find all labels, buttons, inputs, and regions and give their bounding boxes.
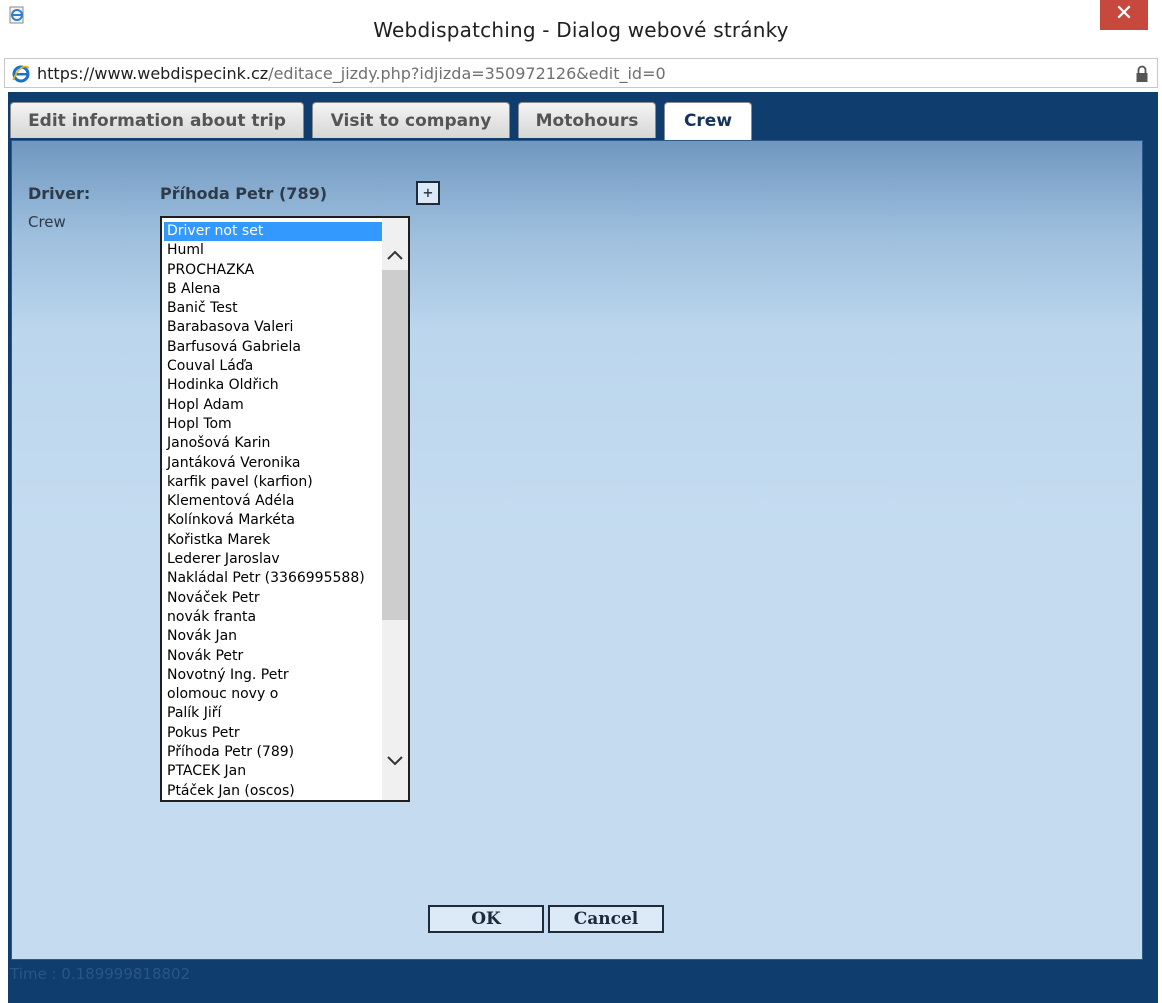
crew-listbox[interactable]: Driver not set Huml PROCHAZKA B Alena Banič … (160, 216, 410, 802)
crew-option[interactable]: Barfusová Gabriela (164, 338, 382, 357)
url-path: /editace_jizdy.php?idjizda=350972126&edi… (268, 64, 666, 83)
crew-option[interactable]: Driver not set (164, 222, 382, 242)
crew-option[interactable]: karfik pavel (karfion) (164, 473, 382, 492)
crew-option[interactable]: Kořistka Marek (164, 531, 382, 550)
crew-options: Driver not set Huml PROCHAZKA B Alena Banič … (164, 222, 382, 800)
crew-option[interactable]: Kolínková Markéta (164, 511, 382, 530)
crew-option[interactable]: Novák Petr (164, 647, 382, 666)
tab-bar: Edit information about trip Visit to com… (8, 102, 1158, 140)
crew-option[interactable]: Novák Jan (164, 627, 382, 646)
crew-option[interactable]: Pokus Petr (164, 724, 382, 743)
crew-option[interactable]: Huml (164, 241, 382, 260)
crew-option[interactable]: Jantáková Veronika (164, 454, 382, 473)
crew-option[interactable]: Banič Test (164, 299, 382, 318)
crew-option[interactable]: Nováček Petr (164, 589, 382, 608)
crew-option[interactable]: Palík Jiří (164, 704, 382, 723)
crew-option[interactable]: olomouc novy o (164, 685, 382, 704)
crew-scrollbar[interactable] (382, 218, 408, 800)
chevron-down-icon[interactable] (382, 750, 408, 772)
timing-text: Time : 0.189999818802 (10, 965, 191, 983)
driver-label: Driver: (28, 184, 91, 203)
dialog-window: Webdispatching - Dialog webové stránky ✕… (0, 0, 1162, 1003)
url-protocol: https://www. (37, 64, 138, 83)
crew-option[interactable]: Ptáček Jan (oscos) (164, 782, 382, 800)
crew-panel: Driver: Příhoda Petr (789) + Crew Driver… (11, 140, 1143, 960)
crew-option[interactable]: PROCHAZKA (164, 261, 382, 280)
url-text: https://www.webdispecink.cz/editace_jizd… (37, 64, 666, 83)
driver-value: Příhoda Petr (789) (160, 184, 328, 203)
add-crew-button[interactable]: + (416, 181, 440, 205)
dialog-content-frame: Edit information about trip Visit to com… (8, 92, 1158, 1003)
ie-logo-icon (12, 65, 30, 83)
tab-crew[interactable]: Crew (664, 102, 752, 140)
tab-visit-to-company[interactable]: Visit to company (312, 102, 510, 138)
crew-option[interactable]: PTACEK Jan (164, 762, 382, 781)
crew-option[interactable]: Novotný Ing. Petr (164, 666, 382, 685)
window-title: Webdispatching - Dialog webové stránky (373, 18, 789, 42)
crew-option[interactable]: B Alena (164, 280, 382, 299)
crew-option[interactable]: Nakládal Petr (3366995588) (164, 569, 382, 588)
lock-icon (1136, 65, 1148, 82)
scroll-thumb[interactable] (382, 270, 408, 620)
title-bar: Webdispatching - Dialog webové stránky ✕ (0, 0, 1162, 60)
crew-option[interactable]: Hopl Adam (164, 396, 382, 415)
crew-option[interactable]: Barabasova Valeri (164, 318, 382, 337)
ok-button[interactable]: OK (428, 905, 544, 933)
crew-option[interactable]: Hopl Tom (164, 415, 382, 434)
crew-option[interactable]: Lederer Jaroslav (164, 550, 382, 569)
tab-edit-information[interactable]: Edit information about trip (10, 102, 304, 138)
chevron-up-icon[interactable] (382, 244, 408, 266)
url-domain: webdispecink.cz (137, 64, 269, 83)
close-button[interactable]: ✕ (1100, 0, 1148, 30)
tab-motohours[interactable]: Motohours (518, 102, 656, 138)
crew-label: Crew (28, 213, 66, 231)
crew-option[interactable]: Příhoda Petr (789) (164, 743, 382, 762)
crew-option[interactable]: novák franta (164, 608, 382, 627)
address-bar[interactable]: https://www.webdispecink.cz/editace_jizd… (4, 58, 1158, 88)
crew-option[interactable]: Hodinka Oldřich (164, 376, 382, 395)
crew-option[interactable]: Janošová Karin (164, 434, 382, 453)
crew-option[interactable]: Klementová Adéla (164, 492, 382, 511)
cancel-button[interactable]: Cancel (548, 905, 664, 933)
crew-option[interactable]: Couval Láďa (164, 357, 382, 376)
